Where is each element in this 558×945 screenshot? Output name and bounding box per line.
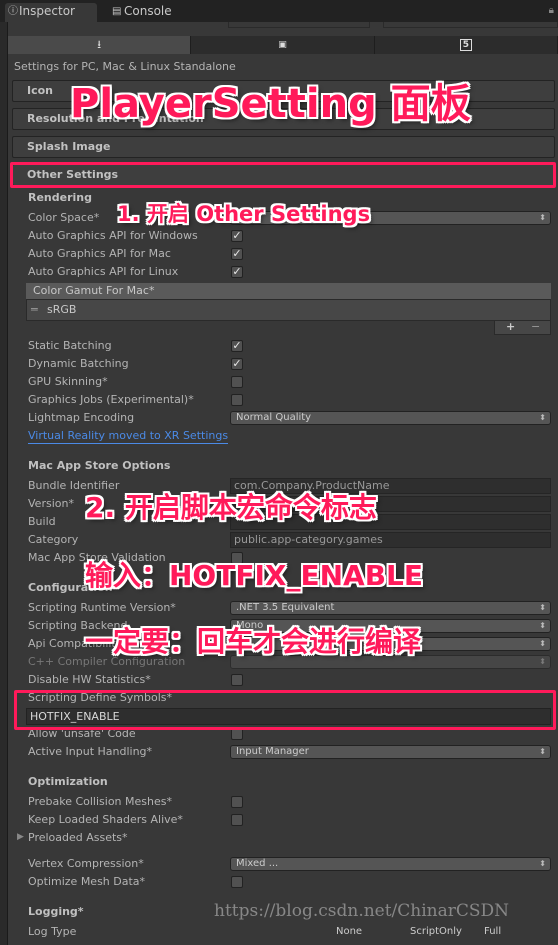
color-gamut-list: ═ sRGB (26, 299, 551, 321)
virtual-reality-moved-to-xr-settings-link[interactable]: Virtual Reality moved to XR Settings (28, 428, 229, 444)
drag-handle-icon[interactable]: ═ (31, 303, 38, 316)
auto-graphics-api-for-windows-checkbox[interactable]: ✓ (231, 230, 243, 242)
info-icon: ⓘ (8, 6, 18, 17)
disable-hw-statistics-checkbox[interactable] (231, 674, 243, 686)
category-label: Category (28, 533, 79, 546)
static-batching-checkbox[interactable]: ✓ (231, 340, 243, 352)
dynamic-batching-label: Dynamic Batching (28, 357, 129, 370)
updown-arrow-icon: ⬍ (539, 413, 546, 422)
keep-loaded-shaders-alive-checkbox[interactable] (231, 814, 243, 826)
updown-arrow-icon: ⬍ (539, 639, 546, 648)
list-footer: + − (494, 320, 551, 335)
platform-tabs: ⭳ ▣ 5 (8, 36, 558, 54)
platform-tab-android[interactable]: ▣ (191, 36, 375, 54)
tab-label: Console (124, 4, 172, 18)
dropdown-value: Input Manager (236, 746, 309, 757)
color-gamut-item[interactable]: sRGB (47, 303, 76, 316)
auto-graphics-api-for-mac-checkbox[interactable]: ✓ (231, 248, 243, 260)
download-icon: ⭳ (97, 37, 102, 51)
version-label: Version* (28, 497, 74, 510)
platform-tab-standalone[interactable]: ⭳ (8, 36, 192, 54)
dropdown-value: .NET 3.5 Equivalent (236, 602, 335, 613)
annotation-step2: 2. 开启脚本宏命令标志 (85, 491, 377, 524)
dropdown-value: Mixed ... (236, 858, 279, 869)
build-label: Build (28, 515, 56, 528)
mac-app-store-options-heading: Mac App Store Options (28, 459, 171, 472)
log-type-column-scriptonly: ScriptOnly (410, 926, 462, 937)
optimize-mesh-data-checkbox[interactable] (231, 876, 243, 888)
annotation-input-hint: 输入：HOTFIX_ENABLE (85, 559, 424, 592)
static-batching-label: Static Batching (28, 339, 112, 352)
rendering-heading: Rendering (28, 191, 92, 204)
graphics-jobs-experimental-label: Graphics Jobs (Experimental)* (28, 393, 194, 406)
annotation-enter-hint: 一定要：回车才会进行编译 (85, 625, 422, 658)
window-tab-bar: ⓘ Inspector ▤ Console 🔒︎ (0, 0, 558, 22)
annotation-title: PlayerSetting 面板 (70, 81, 471, 127)
auto-graphics-api-for-mac-label: Auto Graphics API for Mac (28, 247, 171, 260)
platform-tab-webgl[interactable]: 5 (375, 36, 558, 54)
section-splash-image[interactable]: Splash Image (12, 136, 555, 158)
clipped-field (383, 22, 558, 28)
preloaded-assets-label[interactable]: Preloaded Assets* (28, 829, 128, 847)
auto-graphics-api-for-windows-label: Auto Graphics API for Windows (28, 229, 198, 242)
remove-item-button[interactable]: − (531, 320, 540, 333)
log-type-column-none: None (336, 926, 363, 937)
color-space-label: Color Space* (28, 211, 100, 224)
prebake-collision-meshes-label: Prebake Collision Meshes* (28, 795, 172, 808)
updown-arrow-icon: ⬍ (539, 213, 546, 222)
foldout-arrow-icon[interactable]: ▶ (17, 832, 24, 842)
updown-arrow-icon: ⬍ (539, 621, 546, 630)
left-border (0, 22, 8, 945)
log-type-column-full: Full (484, 926, 502, 937)
auto-graphics-api-for-linux-label: Auto Graphics API for Linux (28, 265, 179, 278)
clipped-field (228, 22, 370, 28)
highlight-define-symbols (14, 690, 556, 730)
active-input-handling-label: Active Input Handling* (28, 745, 153, 758)
optimize-mesh-data-label: Optimize Mesh Data* (28, 875, 146, 888)
updown-arrow-icon: ⬍ (539, 747, 546, 756)
tab-label: Inspector (19, 4, 75, 18)
html5-icon: 5 (459, 39, 472, 51)
category-field[interactable]: public.app-category.games (230, 532, 551, 548)
updown-arrow-icon: ⬍ (539, 859, 546, 868)
updown-arrow-icon: ⬍ (539, 603, 546, 612)
annotation-step1: 1. 开启 Other Settings (117, 202, 371, 226)
gpu-skinning-checkbox[interactable] (231, 376, 243, 388)
vertex-compression-label: Vertex Compression* (28, 857, 144, 870)
settings-for-label: Settings for PC, Mac & Linux Standalone (14, 60, 236, 73)
auto-graphics-api-for-linux-checkbox[interactable]: ✓ (231, 266, 243, 278)
gpu-skinning-label: GPU Skinning* (28, 375, 108, 388)
lock-icon[interactable]: 🔒︎ (549, 5, 554, 16)
tab-inspector[interactable]: ⓘ Inspector (5, 3, 97, 22)
active-input-handling-dropdown[interactable]: Input Manager ⬍ (230, 745, 551, 759)
scripting-runtime-version-dropdown[interactable]: .NET 3.5 Equivalent ⬍ (230, 601, 551, 615)
dynamic-batching-checkbox[interactable]: ✓ (231, 358, 243, 370)
console-icon: ▤ (112, 6, 122, 17)
prebake-collision-meshes-checkbox[interactable] (231, 796, 243, 808)
lightmap-encoding-label: Lightmap Encoding (28, 411, 135, 424)
keep-loaded-shaders-alive-label: Keep Loaded Shaders Alive* (28, 813, 183, 826)
graphics-jobs-experimental-checkbox[interactable] (231, 394, 243, 406)
watermark: https://blog.csdn.net/ChinarCSDN (214, 901, 510, 921)
lightmap-encoding-dropdown[interactable]: Normal Quality ⬍ (230, 411, 551, 425)
logging-heading: Logging* (28, 905, 84, 918)
scripting-runtime-version-label: Scripting Runtime Version* (28, 601, 176, 614)
dropdown-value: Normal Quality (236, 412, 312, 423)
android-icon: ▣ (278, 40, 287, 50)
clipped-row (8, 22, 558, 34)
color-gamut-header: Color Gamut For Mac* (26, 283, 551, 299)
highlight-other-settings (10, 162, 556, 188)
log-type-label: Log Type (28, 925, 77, 938)
disable-hw-statistics-label: Disable HW Statistics* (28, 673, 151, 686)
optimization-heading: Optimization (28, 775, 108, 788)
tab-console[interactable]: ▤ Console (110, 3, 200, 22)
add-item-button[interactable]: + (506, 320, 515, 333)
updown-arrow-icon: ⬍ (539, 657, 546, 666)
vertex-compression-dropdown[interactable]: Mixed ... ⬍ (230, 857, 551, 871)
